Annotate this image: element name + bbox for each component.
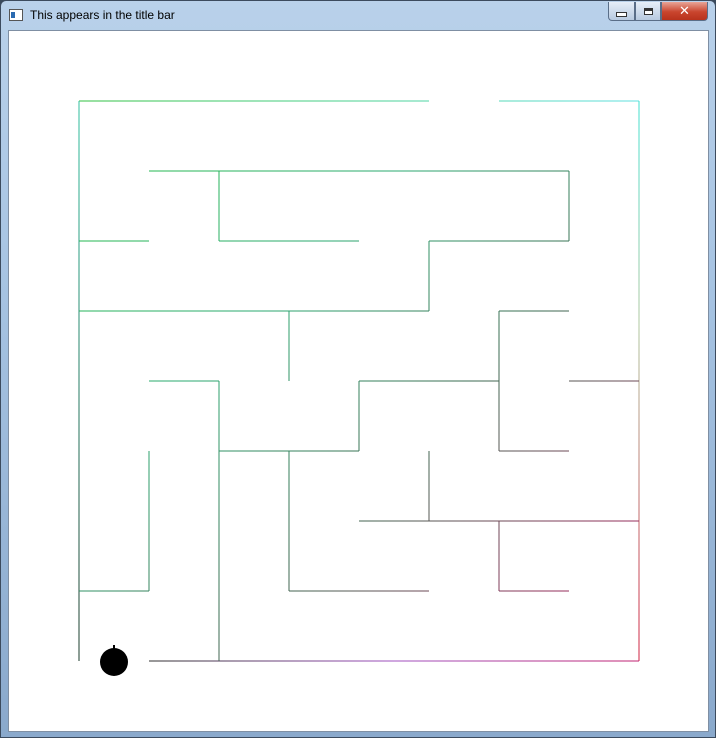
game-canvas[interactable] bbox=[8, 30, 709, 732]
minimize-icon bbox=[616, 11, 627, 17]
app-window: This appears in the title bar ✕ bbox=[0, 0, 716, 738]
maximize-icon bbox=[643, 7, 653, 15]
minimize-button[interactable] bbox=[608, 2, 635, 21]
app-icon[interactable] bbox=[9, 9, 23, 21]
player-ball[interactable] bbox=[100, 645, 128, 676]
close-icon: ✕ bbox=[679, 3, 690, 19]
maze bbox=[78, 100, 640, 676]
maximize-button[interactable] bbox=[635, 2, 661, 21]
window-title: This appears in the title bar bbox=[30, 8, 175, 22]
maze-inner-walls bbox=[79, 170, 639, 661]
close-button[interactable]: ✕ bbox=[661, 2, 708, 21]
title-bar[interactable]: This appears in the title bar ✕ bbox=[1, 1, 715, 29]
